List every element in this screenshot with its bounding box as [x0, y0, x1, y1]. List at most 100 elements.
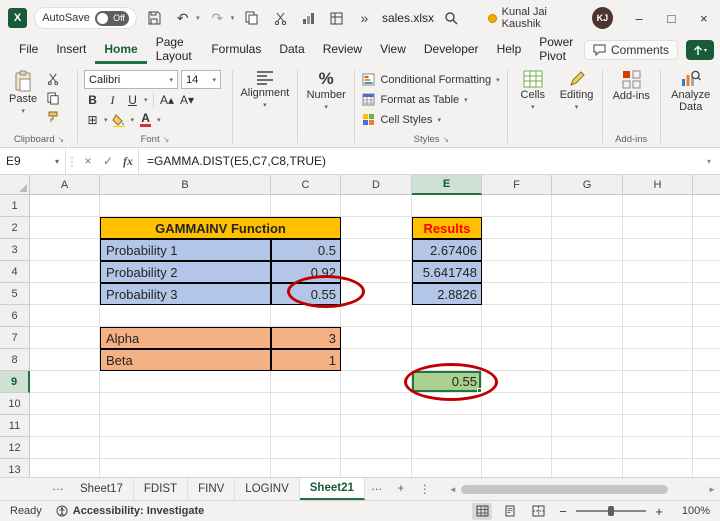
underline-dropdown-icon[interactable]: ▾ [144, 96, 148, 104]
cell-e9-selected[interactable]: 0.55 [412, 371, 482, 393]
cell[interactable] [552, 393, 623, 415]
cell[interactable] [30, 327, 100, 349]
cell[interactable] [623, 217, 693, 239]
cell[interactable] [552, 437, 623, 459]
tab-options-icon[interactable]: ⋮ [413, 478, 437, 500]
cell[interactable] [693, 327, 720, 349]
cell[interactable] [271, 393, 341, 415]
underline-button[interactable]: U [124, 91, 141, 109]
tab-file[interactable]: File [10, 36, 47, 64]
column-header-d[interactable]: D [341, 175, 412, 195]
cell[interactable] [30, 261, 100, 283]
cell-b4[interactable]: Probability 2 [100, 261, 271, 283]
close-button[interactable]: × [688, 0, 720, 36]
cell[interactable] [552, 415, 623, 437]
cell[interactable] [412, 393, 482, 415]
zoom-slider-knob[interactable] [608, 506, 614, 516]
row-header-12[interactable]: 12 [0, 437, 30, 459]
cell[interactable] [412, 305, 482, 327]
zoom-slider[interactable] [576, 506, 646, 516]
paste-dropdown-icon[interactable]: ▾ [21, 106, 25, 118]
tab-page-layout[interactable]: Page Layout [147, 35, 203, 64]
cell[interactable] [271, 371, 341, 393]
cell[interactable] [482, 437, 552, 459]
redo-button[interactable]: ↷ [207, 5, 228, 31]
cell[interactable] [552, 217, 623, 239]
cell[interactable] [100, 437, 271, 459]
maximize-button[interactable]: □ [655, 0, 687, 36]
alignment-button[interactable]: Alignment ▾ [235, 68, 294, 112]
cell[interactable] [30, 283, 100, 305]
cell-c3[interactable]: 0.5 [271, 239, 341, 261]
copy-button[interactable] [44, 90, 62, 106]
cell[interactable] [482, 261, 552, 283]
cell-c4[interactable]: 0.92 [271, 261, 341, 283]
cell[interactable] [482, 349, 552, 371]
cell[interactable] [30, 415, 100, 437]
save-button[interactable] [144, 5, 165, 31]
column-header-b[interactable]: B [100, 175, 271, 195]
share-button[interactable]: ▾ [686, 40, 714, 60]
cell[interactable] [271, 195, 341, 217]
cell[interactable] [30, 393, 100, 415]
conditional-formatting-button[interactable]: Conditional Formatting ▾ [362, 70, 500, 89]
cell[interactable] [552, 195, 623, 217]
cell[interactable] [623, 393, 693, 415]
cell[interactable] [623, 459, 693, 477]
row-header-4[interactable]: 4 [0, 261, 30, 283]
confirm-entry-button[interactable]: ✓ [98, 148, 118, 174]
tab-insert[interactable]: Insert [47, 36, 95, 64]
cell[interactable] [100, 415, 271, 437]
cell-e4[interactable]: 5.641748 [412, 261, 482, 283]
cell[interactable] [552, 349, 623, 371]
sheet-tab-fdist[interactable]: FDIST [134, 478, 189, 500]
cell[interactable] [482, 283, 552, 305]
row-header-3[interactable]: 3 [0, 239, 30, 261]
document-title[interactable]: sales.xlsx [382, 11, 434, 25]
cell[interactable] [623, 239, 693, 261]
alignment-dropdown-icon[interactable]: ▾ [263, 100, 267, 112]
cell-b2-title[interactable]: GAMMAINV Function [100, 217, 341, 239]
cell[interactable] [412, 195, 482, 217]
scrollbar-thumb[interactable] [460, 484, 668, 494]
cell[interactable] [693, 371, 720, 393]
fill-color-dropdown-icon[interactable]: ▾ [131, 116, 135, 124]
more-sheets-button[interactable]: ⋯ [46, 478, 70, 500]
cell-b7[interactable]: Alpha [100, 327, 271, 349]
row-header-8[interactable]: 8 [0, 349, 30, 371]
sheet-tab-sheet21[interactable]: Sheet21 [299, 478, 365, 500]
tab-power-pivot[interactable]: Power Pivot [530, 35, 584, 64]
dialog-launcher-icon[interactable]: ↘ [58, 135, 65, 144]
name-box-dropdown-icon[interactable]: ▾ [55, 157, 59, 166]
dialog-launcher-icon[interactable]: ↘ [443, 135, 450, 144]
row-header-9[interactable]: 9 [0, 371, 30, 393]
cell[interactable] [693, 261, 720, 283]
cells-dropdown-icon[interactable]: ▾ [531, 102, 535, 114]
row-header-11[interactable]: 11 [0, 415, 30, 437]
cell[interactable] [552, 459, 623, 477]
cell[interactable] [552, 239, 623, 261]
format-as-table-button[interactable]: Format as Table ▾ [362, 90, 499, 109]
cell[interactable] [623, 283, 693, 305]
tab-help[interactable]: Help [488, 36, 531, 64]
cell[interactable] [100, 195, 271, 217]
analyze-data-button[interactable]: Analyze Data [664, 68, 718, 113]
undo-button[interactable]: ↶ [172, 5, 193, 31]
user-name[interactable]: Kunal Jai Kaushik [502, 6, 585, 30]
autosave-control[interactable]: AutoSave Off [34, 7, 137, 29]
cell[interactable] [341, 459, 412, 477]
addins-button[interactable]: Add-ins [608, 68, 655, 102]
cell[interactable] [100, 459, 271, 477]
cell[interactable] [693, 393, 720, 415]
cell[interactable] [623, 437, 693, 459]
minimize-button[interactable]: – [623, 0, 655, 36]
column-header-f[interactable]: F [482, 175, 552, 195]
comments-button[interactable]: Comments [583, 40, 678, 60]
number-dropdown-icon[interactable]: ▾ [324, 102, 328, 114]
cell[interactable] [100, 371, 271, 393]
tab-formulas[interactable]: Formulas [202, 36, 270, 64]
cell[interactable] [482, 459, 552, 477]
cell[interactable] [623, 195, 693, 217]
zoom-level[interactable]: 100% [674, 505, 710, 517]
cell-b3[interactable]: Probability 1 [100, 239, 271, 261]
